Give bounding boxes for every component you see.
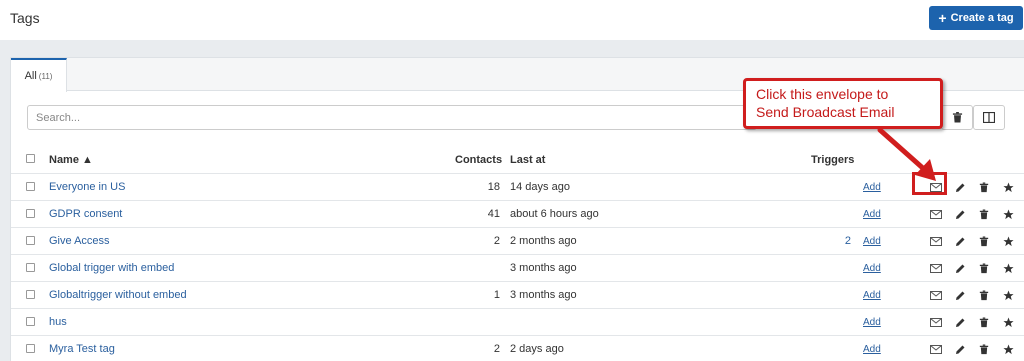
tag-name-link[interactable]: Globaltrigger without embed	[49, 289, 187, 301]
row-actions	[928, 260, 1016, 276]
contacts-count: 2	[493, 235, 500, 247]
search-input[interactable]	[27, 105, 757, 130]
pencil-icon[interactable]	[952, 233, 968, 249]
create-tag-button[interactable]: + Create a tag	[929, 6, 1023, 30]
pencil-icon[interactable]	[952, 206, 968, 222]
trash-icon	[952, 112, 962, 123]
pencil-icon[interactable]	[952, 287, 968, 303]
columns-icon	[983, 112, 995, 123]
trash-icon[interactable]	[976, 206, 992, 222]
envelope-icon[interactable]	[928, 287, 944, 303]
annotation-line-1: Click this envelope to	[756, 86, 889, 102]
annotation-highlight	[912, 172, 947, 195]
pencil-icon[interactable]	[952, 341, 968, 357]
tab-all-count: (11)	[38, 71, 53, 81]
row-checkbox[interactable]	[26, 236, 35, 245]
tag-name-link[interactable]: Give Access	[49, 235, 110, 247]
annotation-callout: Click this envelope to Send Broadcast Em…	[743, 78, 943, 129]
table-row: Global trigger with embed 3 months ago A…	[11, 254, 1024, 281]
column-header-contacts[interactable]: Contacts	[455, 154, 502, 166]
pencil-icon[interactable]	[952, 314, 968, 330]
star-icon[interactable]	[1000, 287, 1016, 303]
tab-all[interactable]: All (11)	[11, 58, 67, 92]
row-checkbox[interactable]	[26, 290, 35, 299]
columns-button[interactable]	[973, 105, 1005, 130]
contacts-count: 41	[487, 208, 500, 220]
row-checkbox[interactable]	[26, 209, 35, 218]
last-at: 3 months ago	[510, 289, 577, 301]
contacts-count: 18	[487, 181, 500, 193]
pencil-icon[interactable]	[952, 179, 968, 195]
column-header-name[interactable]: Name ▲	[49, 154, 93, 166]
annotation-line-2: Send Broadcast Email	[756, 104, 895, 120]
last-at: 2 days ago	[510, 343, 564, 355]
star-icon[interactable]	[1000, 341, 1016, 357]
trash-icon[interactable]	[976, 341, 992, 357]
last-at: 3 months ago	[510, 262, 577, 274]
envelope-icon[interactable]	[928, 233, 944, 249]
plus-icon: +	[938, 10, 947, 26]
last-at: 14 days ago	[510, 181, 570, 193]
envelope-icon[interactable]	[928, 341, 944, 357]
tab-all-label: All	[24, 70, 37, 82]
trash-icon[interactable]	[976, 179, 992, 195]
row-actions	[928, 287, 1016, 303]
table-row: Give Access 2 2 months ago 2 Add	[11, 227, 1024, 254]
table-row: Myra Test tag 2 2 days ago Add	[11, 335, 1024, 361]
trash-icon[interactable]	[976, 260, 992, 276]
row-actions	[928, 314, 1016, 330]
page-title: Tags	[10, 10, 40, 26]
create-tag-label: Create a tag	[950, 12, 1014, 24]
add-trigger-link[interactable]: Add	[863, 263, 881, 274]
row-checkbox[interactable]	[26, 263, 35, 272]
row-checkbox[interactable]	[26, 317, 35, 326]
add-trigger-link[interactable]: Add	[863, 290, 881, 301]
add-trigger-link[interactable]: Add	[863, 209, 881, 220]
row-checkbox[interactable]	[26, 344, 35, 353]
star-icon[interactable]	[1000, 206, 1016, 222]
trash-icon[interactable]	[976, 233, 992, 249]
star-icon[interactable]	[1000, 233, 1016, 249]
tag-name-link[interactable]: Global trigger with embed	[49, 262, 174, 274]
table-row: GDPR consent 41 about 6 hours ago Add	[11, 200, 1024, 227]
trash-icon[interactable]	[976, 287, 992, 303]
trash-icon[interactable]	[976, 314, 992, 330]
tag-name-link[interactable]: Myra Test tag	[49, 343, 115, 355]
content-background-left	[0, 40, 10, 361]
row-actions	[928, 233, 1016, 249]
envelope-icon[interactable]	[928, 206, 944, 222]
table-row: hus Add	[11, 308, 1024, 335]
tag-name-link[interactable]: GDPR consent	[49, 208, 122, 220]
row-actions	[928, 341, 1016, 357]
row-actions	[928, 206, 1016, 222]
add-trigger-link[interactable]: Add	[863, 344, 881, 355]
pencil-icon[interactable]	[952, 260, 968, 276]
column-header-triggers[interactable]: Triggers	[811, 154, 854, 166]
star-icon[interactable]	[1000, 314, 1016, 330]
last-at: 2 months ago	[510, 235, 577, 247]
column-header-last-at[interactable]: Last at	[510, 154, 545, 166]
contacts-count: 1	[493, 289, 500, 301]
star-icon[interactable]	[1000, 260, 1016, 276]
tag-name-link[interactable]: hus	[49, 316, 67, 328]
table-row: Globaltrigger without embed 1 3 months a…	[11, 281, 1024, 308]
last-at: about 6 hours ago	[510, 208, 599, 220]
add-trigger-link[interactable]: Add	[863, 317, 881, 328]
row-checkbox[interactable]	[26, 182, 35, 191]
star-icon[interactable]	[1000, 179, 1016, 195]
triggers-count[interactable]: 2	[845, 235, 851, 247]
tag-name-link[interactable]: Everyone in US	[49, 181, 125, 193]
envelope-icon[interactable]	[928, 260, 944, 276]
add-trigger-link[interactable]: Add	[863, 236, 881, 247]
envelope-icon[interactable]	[928, 314, 944, 330]
contacts-count: 2	[493, 343, 500, 355]
select-all-checkbox[interactable]	[26, 154, 35, 163]
page-header: Tags + Create a tag	[0, 0, 1024, 40]
